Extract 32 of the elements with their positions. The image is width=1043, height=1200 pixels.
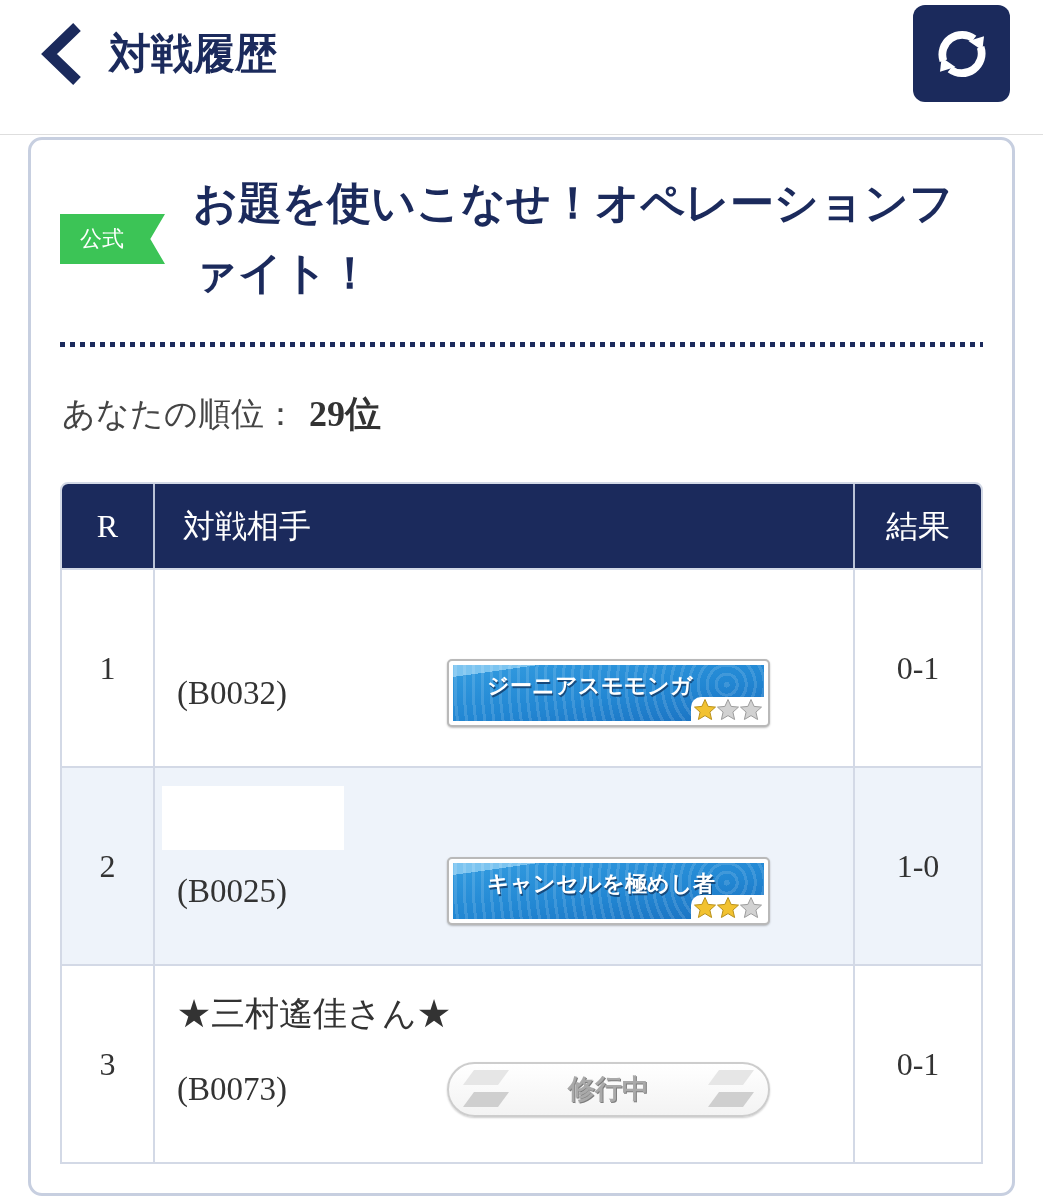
star-icon [740, 699, 762, 720]
star-icon [740, 897, 762, 918]
star-icon [694, 897, 716, 918]
column-header: R [96, 507, 119, 546]
back-icon[interactable] [39, 20, 83, 87]
match-result: 0-1 [896, 649, 940, 688]
match-result: 1-0 [896, 847, 940, 886]
badge-label: キャンセルを極めし者 [487, 871, 715, 896]
round-number: 3 [99, 1045, 116, 1084]
stripes-icon [463, 1070, 509, 1108]
opponent-id: (B0025) [177, 873, 287, 909]
category-tag: 公式 [60, 214, 165, 264]
page-title: 対戦履歴 [109, 29, 277, 79]
rank-label: あなたの順位： [62, 395, 297, 434]
badge-label: 修行中 [568, 1073, 649, 1105]
column-header: 結果 [886, 507, 950, 546]
stripes-icon [708, 1070, 754, 1108]
opponent-id: (B0032) [177, 675, 287, 711]
round-number: 2 [99, 847, 116, 886]
badge-label: ジーニアスモモンガ [487, 673, 693, 698]
refresh-button[interactable] [913, 5, 1010, 102]
event-title: お題を使いこなせ！オペレーションファイト！ [193, 178, 955, 300]
match-result: 0-1 [896, 1045, 940, 1084]
star-icon [694, 699, 716, 720]
opponent-name: ★三村遙佳さん★ [177, 995, 451, 1032]
rank-value: 29位 [309, 393, 381, 435]
round-number: 1 [99, 649, 116, 688]
star-icon [717, 897, 739, 918]
refresh-icon [937, 29, 986, 78]
star-icon [717, 699, 739, 720]
opponent-id: (B0073) [177, 1071, 287, 1107]
column-header: 対戦相手 [183, 507, 311, 546]
